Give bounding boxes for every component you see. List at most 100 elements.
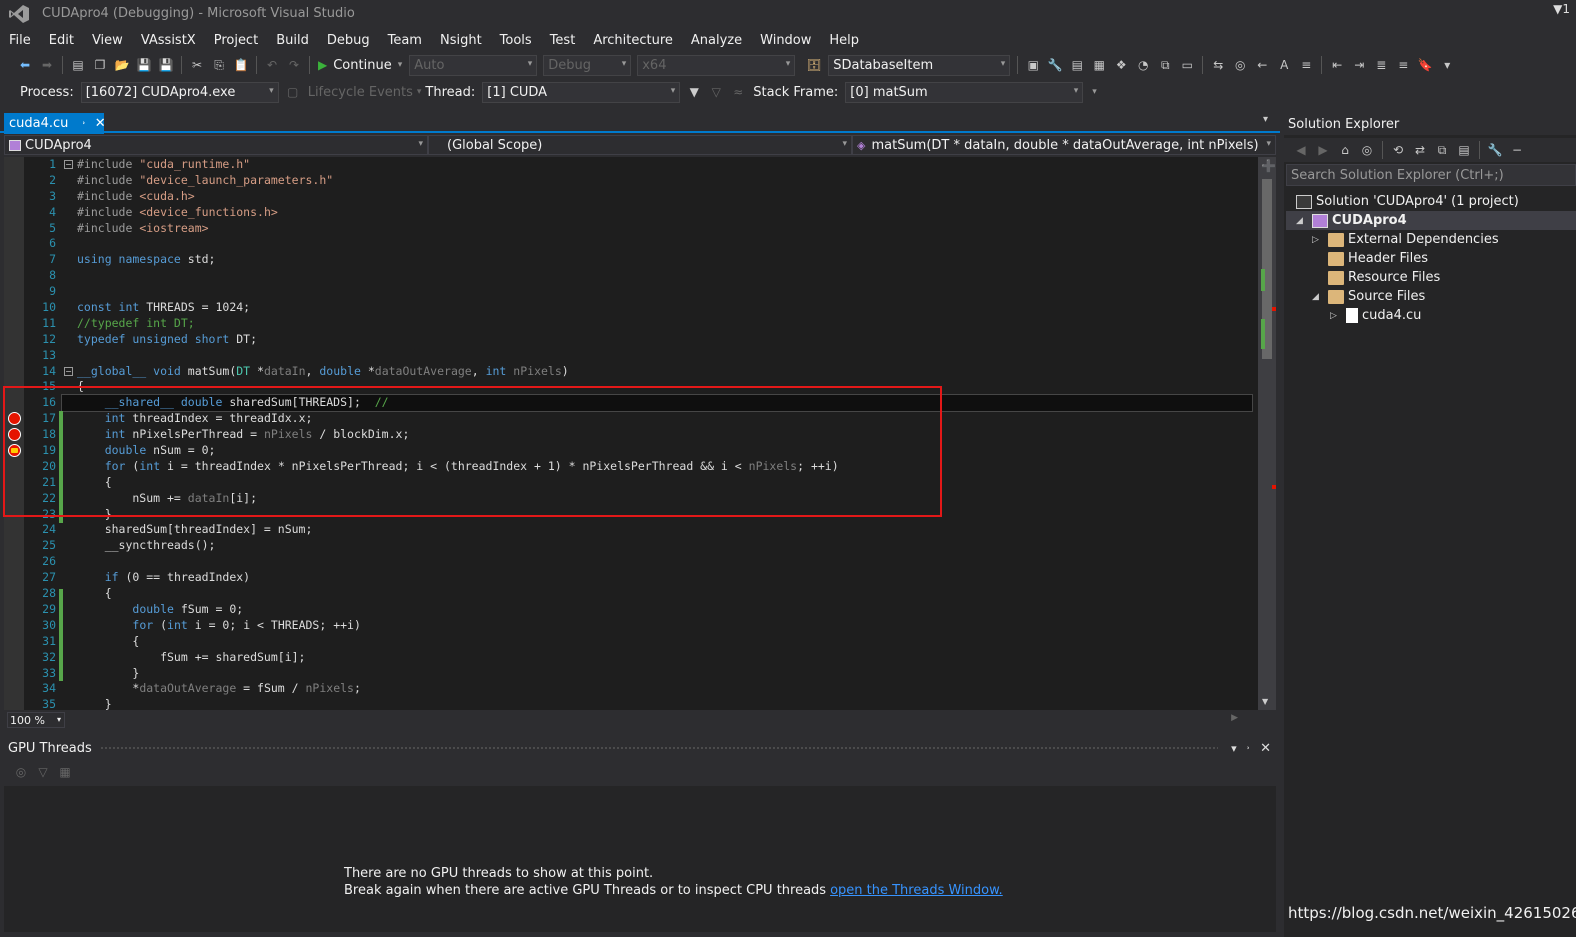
properties-wrench-icon[interactable]: 🔧 bbox=[1487, 142, 1503, 158]
scroll-down-icon[interactable]: ▼ bbox=[1262, 697, 1268, 706]
bookmark-flag-icon[interactable]: 🔖 bbox=[1417, 57, 1433, 73]
code-line[interactable]: #include "cuda_runtime.h" bbox=[62, 157, 1252, 173]
menu-test[interactable]: Test bbox=[541, 33, 585, 48]
screenshot-icon[interactable]: ◎ bbox=[1232, 57, 1248, 73]
close-icon[interactable]: ✕ bbox=[95, 116, 106, 131]
code-line[interactable]: { bbox=[62, 634, 1252, 650]
code-line[interactable]: sharedSum[threadIndex] = nSum; bbox=[62, 522, 1252, 538]
comment-icon[interactable]: ≣ bbox=[1373, 57, 1389, 73]
tab-list-chevron-icon[interactable]: ▾ bbox=[1263, 114, 1268, 125]
home-icon[interactable]: ⌂ bbox=[1337, 142, 1353, 158]
more-icon[interactable]: ▾ bbox=[1439, 57, 1455, 73]
chart-icon[interactable]: ◔ bbox=[1135, 57, 1151, 73]
cut-icon[interactable]: ✂ bbox=[189, 57, 205, 73]
window-position-icon[interactable]: ▾ bbox=[1231, 742, 1237, 755]
zoom-combo[interactable]: 100 % ▾ bbox=[7, 712, 65, 728]
code-line[interactable]: __syncthreads(); bbox=[62, 538, 1252, 554]
menu-team[interactable]: Team bbox=[379, 33, 431, 48]
back-icon[interactable]: ◀ bbox=[1293, 142, 1309, 158]
monitor-icon[interactable]: ▭ bbox=[1179, 57, 1195, 73]
minus-icon[interactable]: − bbox=[1509, 142, 1525, 158]
collapse-all-icon[interactable]: ⧉ bbox=[1434, 142, 1450, 158]
thread-combo[interactable]: [1] CUDA ▾ bbox=[482, 81, 681, 103]
build-config-combo[interactable]: Debug ▾ bbox=[543, 54, 632, 76]
menu-build[interactable]: Build bbox=[267, 33, 318, 48]
collapse-includes-icon[interactable]: − bbox=[64, 160, 73, 169]
code-line[interactable]: if (0 == threadIndex) bbox=[62, 570, 1252, 586]
history-icon[interactable]: ⟲ bbox=[1390, 142, 1406, 158]
toolbar-overflow-icon[interactable]: ▾ bbox=[1092, 87, 1097, 97]
code-line[interactable]: __global__ void matSum(DT *dataIn, doubl… bbox=[62, 364, 1252, 380]
menu-architecture[interactable]: Architecture bbox=[584, 33, 682, 48]
save-icon[interactable]: 💾 bbox=[136, 57, 152, 73]
pin-icon[interactable]: ˒ bbox=[1247, 742, 1250, 755]
hardware-icon[interactable]: ❖ bbox=[1113, 57, 1129, 73]
code-line[interactable]: ​ bbox=[62, 554, 1252, 570]
code-line[interactable]: #include <cuda.h> bbox=[62, 189, 1252, 205]
config-combo[interactable]: Auto ▾ bbox=[409, 54, 538, 76]
tree-solution[interactable]: Solution 'CUDApro4' (1 project) bbox=[1296, 192, 1519, 211]
notification-flag-icon[interactable]: ▼1 bbox=[1553, 2, 1570, 16]
open-threads-window-link[interactable]: open the Threads Window. bbox=[830, 883, 1003, 898]
platform-combo[interactable]: x64 ▾ bbox=[637, 54, 796, 76]
filter-icon[interactable]: ▼ bbox=[686, 84, 702, 100]
tree-project[interactable]: ◢ CUDApro4 bbox=[1286, 211, 1576, 230]
solution-configurations-icon[interactable]: ▤ bbox=[70, 57, 86, 73]
close-icon[interactable]: ✕ bbox=[1260, 741, 1271, 756]
filter-icon[interactable]: ▽ bbox=[35, 764, 51, 780]
lifecycle-events-label[interactable]: Lifecycle Events bbox=[308, 85, 413, 100]
menu-debug[interactable]: Debug bbox=[318, 33, 379, 48]
code-line[interactable]: typedef unsigned short DT; bbox=[62, 332, 1252, 348]
code-line[interactable]: #include <iostream> bbox=[62, 221, 1252, 237]
drag-handle[interactable] bbox=[99, 745, 1219, 751]
filter-clear-icon[interactable]: ▽ bbox=[708, 84, 724, 100]
save-all-icon[interactable]: 💾 bbox=[158, 57, 174, 73]
continue-button[interactable]: ▶ Continue ▾ bbox=[318, 58, 402, 73]
solution-explorer-search-input[interactable]: Search Solution Explorer (Ctrl+;) bbox=[1286, 164, 1576, 186]
scope-nav-combo[interactable]: (Global Scope) ▾ bbox=[428, 135, 852, 155]
grid-icon[interactable]: ▦ bbox=[1091, 57, 1107, 73]
code-line[interactable]: } bbox=[62, 666, 1252, 682]
navigate-forward-icon[interactable]: ➡ bbox=[39, 57, 55, 73]
editor-vertical-scrollbar[interactable]: ➕ ▲ ▼ bbox=[1258, 157, 1276, 710]
open-file-icon[interactable]: 📂 bbox=[114, 57, 130, 73]
scroll-right-icon[interactable]: ▶ bbox=[1231, 713, 1238, 723]
code-line[interactable]: using namespace std; bbox=[62, 252, 1252, 268]
database-icon[interactable]: 🗄 bbox=[806, 57, 822, 73]
show-all-files-icon[interactable]: ▤ bbox=[1456, 142, 1472, 158]
tab-cuda4-cu[interactable]: cuda4.cu ˒ ✕ bbox=[4, 113, 106, 134]
menu-edit[interactable]: Edit bbox=[40, 33, 83, 48]
component-icon[interactable]: ⧉ bbox=[1157, 57, 1173, 73]
bookmark-icon[interactable]: ⇆ bbox=[1210, 57, 1226, 73]
process-combo[interactable]: [16072] CUDApro4.exe ▾ bbox=[80, 81, 279, 103]
menu-analyze[interactable]: Analyze bbox=[682, 33, 751, 48]
window-icon[interactable]: ▣ bbox=[1025, 57, 1041, 73]
menu-nsight[interactable]: Nsight bbox=[431, 33, 491, 48]
menu-help[interactable]: Help bbox=[820, 33, 868, 48]
lifecycle-icon[interactable]: ▢ bbox=[285, 84, 301, 100]
redo-icon[interactable]: ↷ bbox=[286, 57, 302, 73]
code-line[interactable]: ​ bbox=[62, 268, 1252, 284]
flag-threads-icon[interactable]: ≈ bbox=[730, 84, 746, 100]
menu-tools[interactable]: Tools bbox=[491, 33, 541, 48]
forward-icon[interactable]: ▶ bbox=[1315, 142, 1331, 158]
code-line[interactable]: ​ bbox=[62, 348, 1252, 364]
freeze-icon[interactable]: ◎ bbox=[13, 764, 29, 780]
columns-icon[interactable]: ▦ bbox=[57, 764, 73, 780]
tree-external-dependencies[interactable]: ▷ External Dependencies bbox=[1312, 230, 1499, 249]
undo-icon[interactable]: ↶ bbox=[264, 57, 280, 73]
indent-icon[interactable]: ⇤ bbox=[1329, 57, 1345, 73]
text-icon[interactable]: ← bbox=[1254, 57, 1270, 73]
item-combo[interactable]: SDatabaseItem ▾ bbox=[828, 54, 1011, 76]
code-line[interactable]: const int THREADS = 1024; bbox=[62, 300, 1252, 316]
code-line[interactable]: ​ bbox=[62, 284, 1252, 300]
pin-icon[interactable]: ˒ bbox=[82, 117, 85, 130]
tree-resource-files[interactable]: Resource Files bbox=[1312, 268, 1440, 287]
code-line[interactable]: #include <device_functions.h> bbox=[62, 205, 1252, 221]
uncomment-icon[interactable]: ≡ bbox=[1395, 57, 1411, 73]
code-line[interactable]: { bbox=[62, 586, 1252, 602]
navigate-back-icon[interactable]: ⬅ bbox=[17, 57, 33, 73]
menu-vassistx[interactable]: VAssistX bbox=[132, 33, 205, 48]
menu-window[interactable]: Window bbox=[751, 33, 820, 48]
outdent-icon[interactable]: ⇥ bbox=[1351, 57, 1367, 73]
